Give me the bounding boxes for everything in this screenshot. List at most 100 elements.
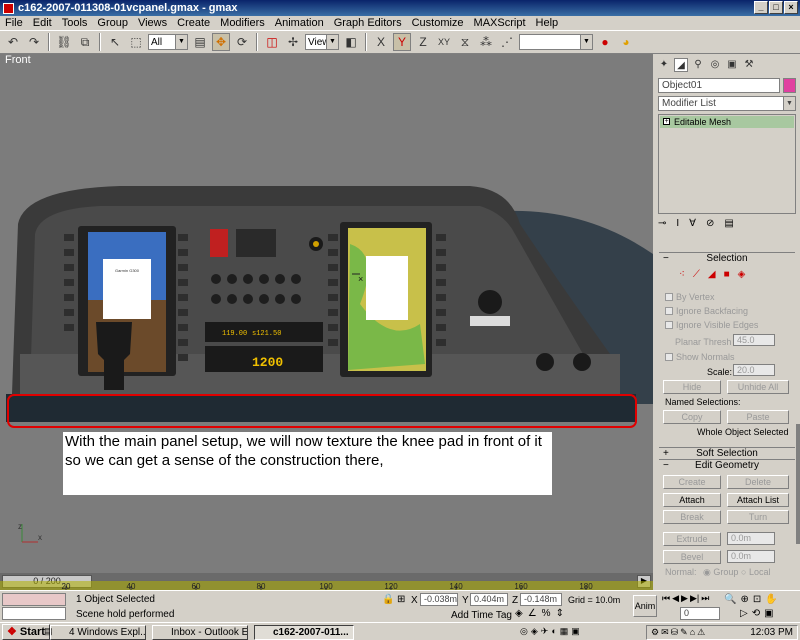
arc-rotate-icon[interactable]: ⟲ bbox=[752, 608, 760, 619]
mirror-icon[interactable]: ⧖ bbox=[456, 33, 474, 51]
play-icon[interactable]: ▶ bbox=[681, 593, 688, 604]
task-outlook[interactable]: Inbox - Outlook E... bbox=[152, 625, 248, 640]
next-frame-icon[interactable]: ▶| bbox=[690, 593, 699, 604]
maxscript-input[interactable] bbox=[2, 607, 66, 620]
extrude-button[interactable]: Extrude bbox=[663, 532, 721, 546]
make-unique-icon[interactable]: ∀ bbox=[689, 218, 696, 229]
planar-thresh-field[interactable]: 45.0 bbox=[733, 334, 775, 346]
polygon-icon[interactable]: ■ bbox=[724, 269, 730, 280]
goto-end-icon[interactable]: ⏭ bbox=[701, 593, 709, 604]
vertex-icon[interactable]: ⁖ bbox=[679, 269, 685, 280]
local-radio[interactable]: ○ Local bbox=[741, 567, 770, 577]
menu-graph-editors[interactable]: Graph Editors bbox=[329, 17, 407, 29]
motion-tab-icon[interactable]: ◎ bbox=[708, 58, 722, 72]
clock[interactable]: 12:03 PM bbox=[750, 627, 793, 638]
soft-selection-rollout[interactable]: + Soft Selection bbox=[659, 447, 795, 459]
paste-button[interactable]: Paste bbox=[727, 410, 789, 424]
extrude-amount-field[interactable]: 0.0m bbox=[727, 532, 775, 545]
goto-start-icon[interactable]: ⏮ bbox=[662, 593, 670, 604]
hide-button[interactable]: Hide bbox=[663, 380, 721, 394]
by-vertex-checkbox[interactable]: By Vertex bbox=[665, 292, 715, 302]
pivot-icon[interactable]: ◧ bbox=[342, 33, 360, 51]
tray-extra-icons[interactable]: ◎◈✈◐▦▣ bbox=[520, 626, 583, 637]
menu-tools[interactable]: Tools bbox=[57, 17, 93, 29]
attach-list-button[interactable]: Attach List bbox=[727, 493, 789, 507]
prev-frame-icon[interactable]: ◀ bbox=[672, 593, 679, 604]
axis-xy-icon[interactable]: XY bbox=[435, 33, 453, 51]
maxscript-listener[interactable] bbox=[2, 593, 66, 606]
spinner-snap-icon[interactable]: ⇕ bbox=[556, 608, 564, 619]
menu-group[interactable]: Group bbox=[92, 17, 133, 29]
modifier-list-dropdown[interactable]: Modifier List ▼ bbox=[658, 96, 796, 111]
axis-x-icon[interactable]: X bbox=[372, 33, 390, 51]
menu-animation[interactable]: Animation bbox=[270, 17, 329, 29]
menu-file[interactable]: File bbox=[0, 17, 28, 29]
face-icon[interactable]: ◢ bbox=[708, 269, 716, 280]
named-selection-dropdown[interactable]: ▼ bbox=[519, 34, 593, 50]
pin-stack-icon[interactable]: ⊸ bbox=[658, 218, 666, 229]
rotate-icon[interactable]: ⟳ bbox=[233, 33, 251, 51]
menu-maxscript[interactable]: MAXScript bbox=[469, 17, 531, 29]
task-gmax[interactable]: c162-2007-011... bbox=[254, 625, 354, 640]
axis-y-icon[interactable]: Y bbox=[393, 33, 411, 51]
menu-customize[interactable]: Customize bbox=[407, 17, 469, 29]
angle-snap-icon[interactable]: ∠ bbox=[528, 608, 537, 619]
create-tab-icon[interactable]: ✦ bbox=[657, 58, 671, 72]
fov-icon[interactable]: ▷ bbox=[740, 608, 748, 619]
snap-toggle-icon[interactable]: ◈ bbox=[515, 608, 523, 619]
region-select-icon[interactable]: ⬚ bbox=[127, 33, 145, 51]
turn-button[interactable]: Turn bbox=[727, 510, 789, 524]
zoom-extents-icon[interactable]: ⊡ bbox=[753, 594, 761, 605]
select-by-name-icon[interactable]: ▤ bbox=[191, 33, 209, 51]
stack-item-editable-mesh[interactable]: + Editable Mesh bbox=[660, 116, 794, 128]
snap-icon[interactable]: ✢ bbox=[284, 33, 302, 51]
menu-views[interactable]: Views bbox=[133, 17, 172, 29]
copy-button[interactable]: Copy bbox=[663, 410, 721, 424]
pan-icon[interactable]: ✋ bbox=[765, 594, 777, 605]
show-normals-checkbox[interactable]: Show Normals bbox=[665, 352, 735, 362]
object-color-swatch[interactable] bbox=[783, 78, 796, 93]
front-viewport[interactable]: Front Garmin G300 × 119.00 s121.50 1200 … bbox=[0, 54, 653, 573]
edge-icon[interactable]: ⟋ bbox=[693, 269, 700, 280]
create-button[interactable]: Create bbox=[663, 475, 721, 489]
undo-icon[interactable]: ↶ bbox=[4, 33, 22, 51]
align-icon[interactable]: ⋰ bbox=[498, 33, 516, 51]
configure-sets-icon[interactable]: ▤ bbox=[724, 218, 733, 229]
menu-modifiers[interactable]: Modifiers bbox=[215, 17, 270, 29]
modify-tab-icon[interactable]: ◢ bbox=[674, 58, 688, 72]
menu-help[interactable]: Help bbox=[531, 17, 564, 29]
select-icon[interactable]: ↖ bbox=[106, 33, 124, 51]
maximize-viewport-icon[interactable]: ▣ bbox=[764, 608, 773, 619]
link-icon[interactable]: ⛓ bbox=[55, 33, 73, 51]
time-slider-track[interactable]: 0 / 200 ▶ bbox=[0, 573, 653, 590]
display-tab-icon[interactable]: ▣ bbox=[725, 58, 739, 72]
bevel-button[interactable]: Bevel bbox=[663, 550, 721, 564]
menu-edit[interactable]: Edit bbox=[28, 17, 57, 29]
z-coordinate-field[interactable]: -0.148m bbox=[520, 593, 562, 606]
group-radio[interactable]: ◉ Group bbox=[703, 567, 738, 578]
minimize-button[interactable]: _ bbox=[754, 1, 768, 14]
break-button[interactable]: Break bbox=[663, 510, 721, 524]
redo-icon[interactable]: ↷ bbox=[25, 33, 43, 51]
move-icon[interactable]: ✥ bbox=[212, 33, 230, 51]
selection-rollout[interactable]: − Selection bbox=[659, 252, 795, 264]
material-editor-icon[interactable]: ● bbox=[596, 33, 614, 51]
scale-icon[interactable]: ◫ bbox=[263, 33, 281, 51]
start-button[interactable]: ❖ Start bbox=[2, 623, 50, 640]
add-time-tag[interactable]: Add Time Tag bbox=[451, 610, 512, 621]
edit-geometry-rollout[interactable]: − Edit Geometry bbox=[659, 459, 795, 471]
y-coordinate-field[interactable]: 0.404m bbox=[470, 593, 508, 606]
scale-field[interactable]: 20.0 bbox=[733, 364, 775, 376]
show-end-result-icon[interactable]: Ι bbox=[676, 218, 679, 229]
array-icon[interactable]: ⁂ bbox=[477, 33, 495, 51]
x-coordinate-field[interactable]: -0.038m bbox=[420, 593, 458, 606]
unhide-all-button[interactable]: Unhide All bbox=[727, 380, 789, 394]
percent-snap-icon[interactable]: % bbox=[542, 608, 551, 619]
anim-button[interactable]: Anim bbox=[633, 595, 657, 617]
delete-button[interactable]: Delete bbox=[727, 475, 789, 489]
zoom-all-icon[interactable]: ⊕ bbox=[740, 594, 748, 605]
unlink-icon[interactable]: ⧉ bbox=[76, 33, 94, 51]
close-button[interactable]: × bbox=[784, 1, 798, 14]
absolute-mode-icon[interactable]: ⊞ bbox=[397, 594, 405, 605]
remove-modifier-icon[interactable]: ⊘ bbox=[706, 218, 714, 229]
